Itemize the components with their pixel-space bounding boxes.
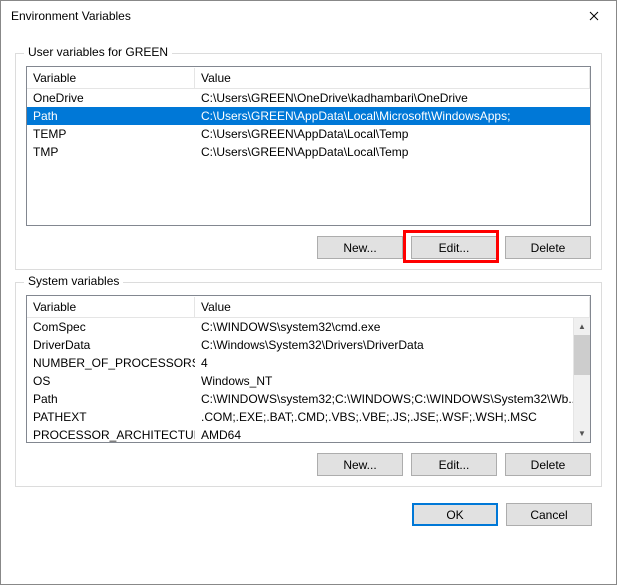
user-col-value[interactable]: Value <box>195 68 590 88</box>
table-row[interactable]: PathC:\WINDOWS\system32;C:\WINDOWS;C:\WI… <box>27 390 590 408</box>
sys-list-body: ComSpecC:\WINDOWS\system32\cmd.exeDriver… <box>27 318 590 443</box>
cell-variable: OneDrive <box>27 90 195 106</box>
dialog-content: User variables for GREEN Variable Value … <box>1 31 616 487</box>
cell-value: C:\Users\GREEN\AppData\Local\Temp <box>195 144 590 160</box>
cell-variable: OS <box>27 373 195 389</box>
cell-value: C:\Users\GREEN\AppData\Local\Temp <box>195 126 590 142</box>
user-new-button[interactable]: New... <box>317 236 403 259</box>
cell-value: C:\WINDOWS\system32;C:\WINDOWS;C:\WINDOW… <box>195 391 590 407</box>
cell-variable: PROCESSOR_ARCHITECTURE <box>27 427 195 443</box>
sys-col-value[interactable]: Value <box>195 297 590 317</box>
window-title: Environment Variables <box>11 9 131 23</box>
ok-button[interactable]: OK <box>412 503 498 526</box>
sys-list-header: Variable Value <box>27 296 590 318</box>
cell-variable: TEMP <box>27 126 195 142</box>
cell-value: 4 <box>195 355 590 371</box>
table-row[interactable]: PROCESSOR_ARCHITECTUREAMD64 <box>27 426 590 443</box>
sys-scrollbar[interactable]: ▲ ▼ <box>573 318 590 442</box>
cell-variable: NUMBER_OF_PROCESSORS <box>27 355 195 371</box>
table-row[interactable]: OneDriveC:\Users\GREEN\OneDrive\kadhamba… <box>27 89 590 107</box>
table-row[interactable]: OSWindows_NT <box>27 372 590 390</box>
user-col-variable[interactable]: Variable <box>27 68 195 88</box>
close-icon <box>589 11 599 21</box>
scroll-thumb[interactable] <box>574 335 590 375</box>
cell-value: Windows_NT <box>195 373 590 389</box>
cell-variable: PATHEXT <box>27 409 195 425</box>
user-variables-group: User variables for GREEN Variable Value … <box>15 53 602 270</box>
table-row[interactable]: ComSpecC:\WINDOWS\system32\cmd.exe <box>27 318 590 336</box>
cell-variable: TMP <box>27 144 195 160</box>
cell-value: C:\WINDOWS\system32\cmd.exe <box>195 319 590 335</box>
sys-delete-button[interactable]: Delete <box>505 453 591 476</box>
system-variables-group: System variables Variable Value ComSpecC… <box>15 282 602 487</box>
sys-group-legend: System variables <box>24 274 123 288</box>
sys-col-variable[interactable]: Variable <box>27 297 195 317</box>
cell-value: AMD64 <box>195 427 590 443</box>
close-button[interactable] <box>571 1 616 31</box>
table-row[interactable]: TEMPC:\Users\GREEN\AppData\Local\Temp <box>27 125 590 143</box>
cell-variable: Path <box>27 108 195 124</box>
table-row[interactable]: PATHEXT.COM;.EXE;.BAT;.CMD;.VBS;.VBE;.JS… <box>27 408 590 426</box>
user-edit-button[interactable]: Edit... <box>411 236 497 259</box>
user-delete-button[interactable]: Delete <box>505 236 591 259</box>
sys-edit-button[interactable]: Edit... <box>411 453 497 476</box>
cell-value: .COM;.EXE;.BAT;.CMD;.VBS;.VBE;.JS;.JSE;.… <box>195 409 590 425</box>
user-list-header: Variable Value <box>27 67 590 89</box>
cell-value: C:\Windows\System32\Drivers\DriverData <box>195 337 590 353</box>
table-row[interactable]: NUMBER_OF_PROCESSORS4 <box>27 354 590 372</box>
cancel-button[interactable]: Cancel <box>506 503 592 526</box>
table-row[interactable]: PathC:\Users\GREEN\AppData\Local\Microso… <box>27 107 590 125</box>
user-list-body: OneDriveC:\Users\GREEN\OneDrive\kadhamba… <box>27 89 590 161</box>
table-row[interactable]: DriverDataC:\Windows\System32\Drivers\Dr… <box>27 336 590 354</box>
cell-value: C:\Users\GREEN\OneDrive\kadhambari\OneDr… <box>195 90 590 106</box>
scroll-up-icon[interactable]: ▲ <box>574 318 590 335</box>
system-listview[interactable]: Variable Value ComSpecC:\WINDOWS\system3… <box>26 295 591 443</box>
cell-value: C:\Users\GREEN\AppData\Local\Microsoft\W… <box>195 108 590 124</box>
cell-variable: ComSpec <box>27 319 195 335</box>
dialog-footer: OK Cancel <box>1 487 616 540</box>
scroll-track[interactable] <box>574 375 590 425</box>
cell-variable: Path <box>27 391 195 407</box>
cell-variable: DriverData <box>27 337 195 353</box>
user-listview[interactable]: Variable Value OneDriveC:\Users\GREEN\On… <box>26 66 591 226</box>
scroll-down-icon[interactable]: ▼ <box>574 425 590 442</box>
table-row[interactable]: TMPC:\Users\GREEN\AppData\Local\Temp <box>27 143 590 161</box>
user-group-legend: User variables for GREEN <box>24 45 172 59</box>
title-bar: Environment Variables <box>1 1 616 31</box>
sys-new-button[interactable]: New... <box>317 453 403 476</box>
